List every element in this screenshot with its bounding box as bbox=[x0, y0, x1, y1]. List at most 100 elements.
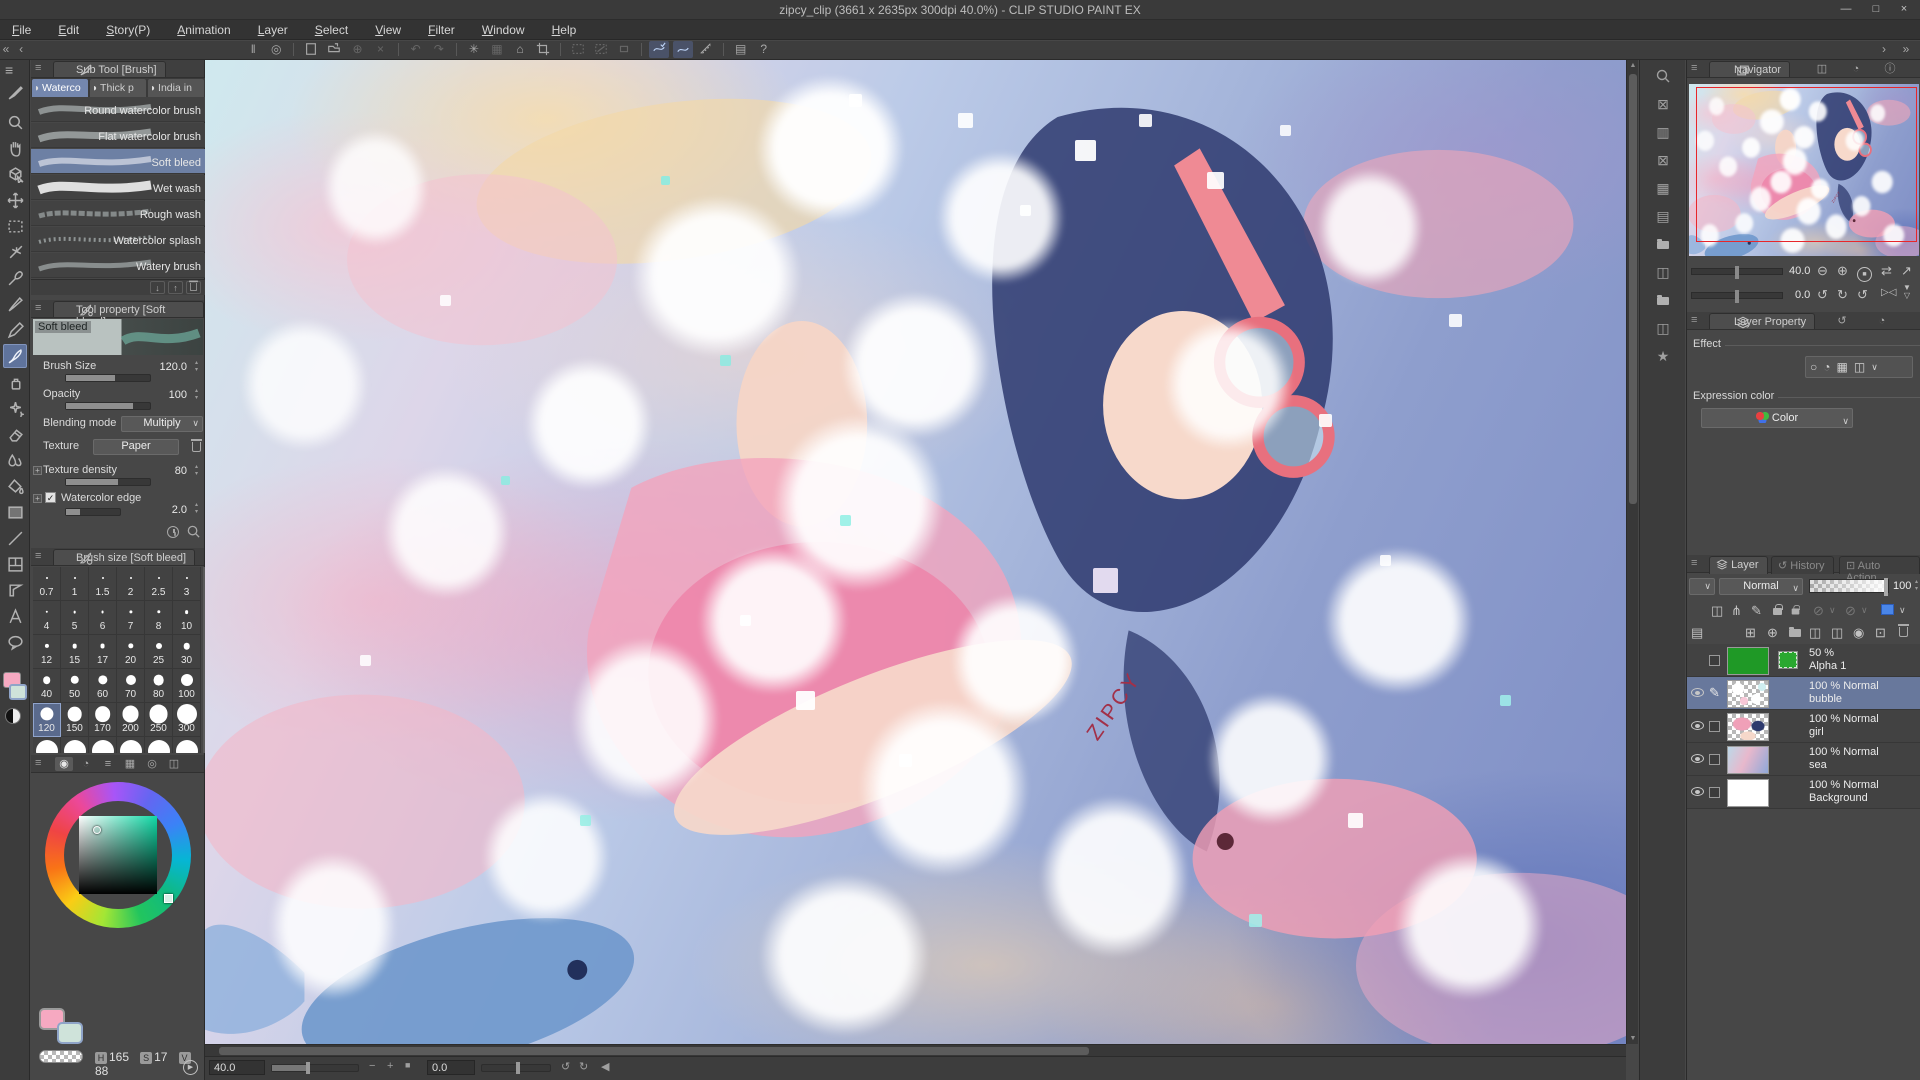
save-icon[interactable]: ⊕ bbox=[348, 41, 368, 58]
color-circle-tab-icon[interactable]: ◔ bbox=[77, 757, 95, 771]
selection-tool[interactable] bbox=[3, 214, 27, 238]
apply-mask-icon[interactable]: ⊡ bbox=[1875, 625, 1886, 641]
horizontal-scrollbar[interactable] bbox=[205, 1044, 1626, 1056]
detail-settings-icon[interactable] bbox=[186, 524, 201, 542]
menu-edit[interactable]: Edit bbox=[46, 20, 91, 40]
material-2-panel-icon[interactable]: ⊠ bbox=[1649, 148, 1677, 172]
card-panel-icon[interactable]: ◫ bbox=[1649, 260, 1677, 284]
brush-size-option-150[interactable]: 150 bbox=[61, 703, 89, 737]
tab-layer[interactable]: Layer bbox=[1709, 556, 1768, 574]
opacity-stepper[interactable]: ▴▾ bbox=[191, 388, 202, 404]
rotate-ccw-icon[interactable]: ↺ bbox=[561, 1060, 570, 1073]
sub-view-tab-icon[interactable]: ◫ bbox=[1813, 62, 1831, 76]
history-tab-icon[interactable]: ↺ bbox=[1833, 314, 1851, 328]
layer-thumbnail-girl[interactable] bbox=[1727, 713, 1769, 741]
menu-layer[interactable]: Layer bbox=[246, 20, 300, 40]
collapse-step-icon[interactable]: ‹ bbox=[15, 41, 27, 58]
brush-size-option-40[interactable]: 40 bbox=[33, 669, 61, 703]
menu-animation[interactable]: Animation bbox=[165, 20, 242, 40]
brush-item-watercolor-splash[interactable]: Watercolor splash bbox=[31, 227, 205, 252]
navigator-rotation-value[interactable]: 0.0 bbox=[1795, 289, 1810, 301]
subtool-tab-watercolor[interactable]: ◗Waterco bbox=[32, 79, 88, 97]
decoration-tool[interactable] bbox=[3, 396, 27, 420]
texture-delete-icon[interactable] bbox=[192, 442, 201, 455]
nav-zoom-in-icon[interactable]: ⊕ bbox=[1837, 263, 1848, 279]
clear-icon[interactable]: ✳ bbox=[464, 41, 484, 58]
menu-view[interactable]: View bbox=[363, 20, 413, 40]
brush-size-option-100[interactable]: 100 bbox=[173, 669, 201, 703]
maximize-button[interactable]: □ bbox=[1862, 0, 1890, 19]
color-panel-play-icon[interactable]: ▶ bbox=[183, 1060, 198, 1075]
reference-layer-chevron[interactable]: ∨ bbox=[1899, 605, 1906, 616]
reset-history-icon[interactable] bbox=[167, 526, 179, 541]
border-effect-icon[interactable]: ○ bbox=[1810, 360, 1817, 374]
vertical-scrollbar[interactable]: ▲ ▼ bbox=[1626, 60, 1638, 1044]
brush-size-stepper[interactable]: ▴▾ bbox=[191, 360, 202, 376]
menu-filter[interactable]: Filter bbox=[416, 20, 467, 40]
quick-mask-tab-icon[interactable]: ◔ bbox=[1847, 62, 1865, 76]
opacity-value[interactable]: 100 bbox=[169, 389, 187, 401]
folder-2-panel-icon[interactable] bbox=[1649, 288, 1677, 312]
brush-size-option-2.5[interactable]: 2.5 bbox=[145, 567, 173, 601]
layer-checkbox[interactable] bbox=[1709, 655, 1720, 666]
pen-tool[interactable] bbox=[3, 292, 27, 316]
layer-visible-icon[interactable] bbox=[1691, 688, 1704, 700]
lock-transparent-pixels-icon[interactable] bbox=[1791, 603, 1800, 618]
nav-zoom-fit-icon[interactable]: ■ bbox=[1857, 264, 1872, 282]
tab-auto-action[interactable]: ⊡ Auto Action bbox=[1839, 556, 1920, 574]
blend-mode-dropdown[interactable]: Normal∨ bbox=[1719, 578, 1803, 595]
close-button[interactable]: × bbox=[1890, 0, 1918, 19]
frame-border-tool[interactable] bbox=[3, 552, 27, 576]
brush-size-option-200[interactable]: 200 bbox=[117, 703, 145, 737]
brush-size-option-clipped[interactable] bbox=[173, 737, 201, 753]
menu-select[interactable]: Select bbox=[303, 20, 360, 40]
brush-size-option-15[interactable]: 15 bbox=[61, 635, 89, 669]
layer-checkbox[interactable] bbox=[1709, 787, 1720, 798]
brush-size-option-60[interactable]: 60 bbox=[89, 669, 117, 703]
nav-reset-rotation-icon[interactable]: ↺ bbox=[1857, 287, 1868, 303]
brush-size-option-8[interactable]: 8 bbox=[145, 601, 173, 635]
panel-menu-icon[interactable]: ≡ bbox=[35, 302, 41, 314]
enable-mask-chevron[interactable]: ∨ bbox=[1829, 605, 1836, 616]
panel-menu-icon[interactable]: ≡ bbox=[35, 757, 41, 769]
tab-history[interactable]: ↺ History bbox=[1771, 556, 1834, 574]
redo-icon[interactable]: ↷ bbox=[429, 41, 449, 58]
layer-row-sea[interactable]: 100 %Normal sea bbox=[1687, 743, 1920, 776]
help-icon[interactable]: ? bbox=[754, 41, 774, 58]
brush-item-soft-bleed[interactable]: Soft bleed bbox=[31, 149, 205, 174]
balloon-tool[interactable] bbox=[3, 630, 27, 654]
expression-color-dropdown[interactable]: Color ∨ bbox=[1701, 408, 1853, 428]
background-color-swatch[interactable] bbox=[57, 1022, 83, 1044]
canvas-artwork[interactable]: ZIPCY bbox=[205, 60, 1626, 1044]
menu-help[interactable]: Help bbox=[540, 20, 589, 40]
brush-size-option-0.7[interactable]: 0.7 bbox=[33, 567, 61, 601]
palette-color-dropdown[interactable]: ∨ bbox=[1689, 578, 1715, 595]
layer-opacity-stepper[interactable]: ▴▾ bbox=[1911, 579, 1920, 595]
brush-size-option-clipped[interactable] bbox=[33, 737, 61, 753]
correct-line-tool[interactable] bbox=[3, 578, 27, 602]
zoom-tool[interactable] bbox=[3, 110, 27, 134]
menu-file[interactable]: File bbox=[0, 20, 43, 40]
transparent-color-button[interactable] bbox=[39, 1050, 83, 1063]
collapse-right-step-icon[interactable]: › bbox=[1874, 41, 1894, 58]
rotation-value-box[interactable]: 0.0 bbox=[427, 1060, 475, 1075]
snap-grid-icon[interactable] bbox=[696, 41, 716, 58]
quick-access-panel-icon[interactable]: ⊠ bbox=[1649, 92, 1677, 116]
layer-property-tab[interactable]: Layer Property bbox=[1709, 313, 1815, 329]
layer-row-bubble[interactable]: ✎ 100 %Normal bubble bbox=[1687, 677, 1920, 710]
zoom-fit-icon[interactable]: ■ bbox=[405, 1060, 410, 1070]
menu-window[interactable]: Window bbox=[470, 20, 537, 40]
hue-value[interactable]: 165 bbox=[109, 1050, 129, 1064]
nav-flip-vertical-icon[interactable]: ▼▽ bbox=[1903, 284, 1911, 300]
value-value[interactable]: 88 bbox=[95, 1064, 108, 1078]
snap-special-ruler-icon[interactable] bbox=[673, 41, 693, 58]
layer-row-girl[interactable]: 100 %Normal girl bbox=[1687, 710, 1920, 743]
layer-checkbox[interactable] bbox=[1709, 721, 1720, 732]
new-vector-layer-icon[interactable]: ⊕ bbox=[1767, 625, 1778, 641]
nav-rotate-cw-icon[interactable]: ↻ bbox=[1837, 287, 1848, 303]
brush-size-option-clipped[interactable] bbox=[145, 737, 173, 753]
material-panel-icon[interactable]: ▥ bbox=[1649, 120, 1677, 144]
brush-size-slider[interactable] bbox=[65, 374, 151, 382]
delete-icon[interactable]: × bbox=[371, 41, 391, 58]
brush-size-option-6[interactable]: 6 bbox=[89, 601, 117, 635]
